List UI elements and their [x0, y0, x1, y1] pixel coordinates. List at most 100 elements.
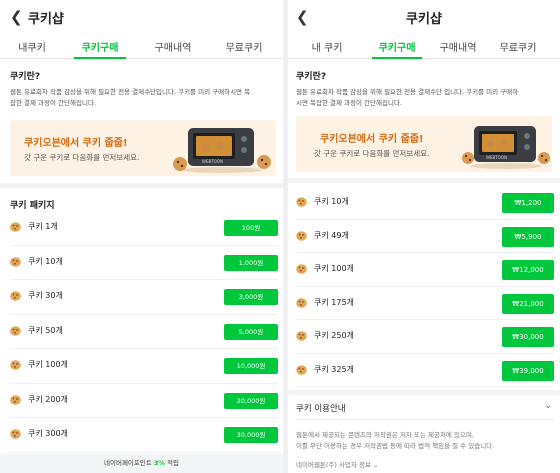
price-button[interactable]: ₩12,000	[502, 260, 554, 280]
price-button[interactable]: 100원	[224, 220, 278, 236]
package-row: 쿠키 1개 100원	[10, 211, 278, 246]
cookie-icon	[10, 360, 21, 370]
header: ❮ 쿠키샵	[288, 0, 560, 33]
info-description-line-2: 시면 복잡한 결제 과정이 간단해집니다.	[296, 99, 403, 107]
package-label: 쿠키 200개	[28, 394, 68, 404]
price-button[interactable]: ₩39,000	[502, 360, 554, 381]
tab-free-cookie[interactable]: 무료쿠키	[216, 39, 272, 54]
cookie-icon	[296, 297, 307, 308]
package-label: 쿠키 175개	[314, 297, 354, 307]
company-info-link[interactable]: 네이버웹툰(주) 사업자 정보 ⌄	[296, 459, 379, 469]
price-button[interactable]: 5,000원	[224, 323, 278, 340]
tab-free-cookie[interactable]: 무료쿠키	[490, 39, 546, 54]
tab-purchase-history[interactable]: 구매내역	[146, 39, 200, 54]
copyright-notice: 웹툰에서 제공되는 콘텐츠의 저작권은 저자 또는 제공처에 있으며, 이를 무…	[296, 430, 556, 452]
package-label: 쿠키 250개	[314, 331, 354, 340]
price-button[interactable]: ₩1,200	[502, 193, 554, 213]
package-row: 쿠키 250개 ₩30,000	[296, 320, 554, 354]
tab-bar: 내 쿠키 쿠키구매 구매내역 무료쿠키	[288, 33, 560, 59]
oven-brand-text: WEBTOON	[486, 155, 507, 160]
package-label: 쿠키 49개	[314, 230, 349, 240]
point-percent: 3%	[153, 459, 165, 467]
tab-my-cookie[interactable]: 내 쿠키	[302, 39, 352, 54]
price-button[interactable]: 1,000원	[224, 254, 278, 271]
info-section: 쿠키란? 웹툰 유료회차 작품 감상을 위해 필요한 전용 결제수단입니다. 쿠…	[0, 59, 283, 109]
info-description-line-2: 잡한 결제 과정이 간단해집니다.	[10, 99, 97, 107]
copyright-line-2: 이를 무단 이용하는 경우 저작권법 등에 따라 법적 책임을 질 수 있습니다…	[296, 442, 495, 450]
cookie-icon	[10, 429, 21, 439]
price-button[interactable]: 10,000원	[224, 358, 278, 374]
info-title: 쿠키란?	[296, 72, 327, 82]
chevron-down-icon: ⌄	[544, 401, 552, 411]
package-label: 쿠키 1개	[28, 222, 58, 231]
cookie-icon	[296, 197, 307, 207]
cookie-icon	[10, 394, 21, 405]
package-label: 쿠키 100개	[28, 360, 68, 369]
price-button[interactable]: ₩5,900	[502, 226, 554, 247]
section-separator	[288, 178, 560, 183]
banner-subtitle: 갓 구운 쿠키로 다음화를 먼저보세요.	[24, 153, 140, 162]
package-row: 쿠키 200개 20,000원	[10, 384, 278, 418]
point-note-suffix: 적립	[164, 459, 179, 467]
section-separator	[288, 390, 560, 395]
price-button[interactable]: ₩30,000	[502, 327, 554, 347]
info-description-line-1: 웹툰 유료회차 작품 감상을 위해 필요한 전용 결제수단입니다. 쿠키를 미리…	[10, 88, 251, 96]
package-row: 쿠키 49개 ₩5,900	[296, 220, 554, 253]
cookie-icon	[296, 364, 307, 375]
tab-cookie-purchase[interactable]: 쿠키구매	[372, 39, 422, 54]
page-title: 쿠키샵	[406, 12, 442, 27]
cookie-oven-banner[interactable]: 쿠키오븐에서 쿠키 줍줍! 갓 구운 쿠키로 다음화를 먼저보세요. WEBTO…	[296, 116, 552, 172]
package-row: 쿠키 175개 ₩21,000	[296, 287, 554, 320]
left-screen: ❮ 쿠키샵 내쿠키 쿠키구매 구매내역 무료쿠키 쿠키란? 웹툰 유료회차 작품…	[0, 0, 283, 473]
right-screen: ❮ 쿠키샵 내 쿠키 쿠키구매 구매내역 무료쿠키 쿠키란? 웹툰 유료회차 작…	[288, 0, 560, 473]
cookie-icon	[296, 331, 307, 341]
naverpay-point-note: 네이버페이포인트 3% 적립	[0, 454, 283, 473]
price-button[interactable]: 20,000원	[224, 392, 278, 409]
cookie-guide-label: 쿠키 이용안내	[296, 404, 346, 414]
price-button[interactable]: 30,000원	[224, 427, 278, 443]
copyright-line-1: 웹툰에서 제공되는 콘텐츠의 저작권은 저자 또는 제공처에 있으며,	[296, 431, 474, 439]
cookie-icon	[10, 291, 21, 301]
page-title: 쿠키샵	[28, 12, 64, 27]
cookie-icon	[10, 325, 21, 336]
back-arrow-icon[interactable]: ❮	[10, 9, 24, 25]
cookie-oven-illustration: WEBTOON	[173, 128, 271, 173]
package-label: 쿠키 50개	[28, 325, 63, 335]
package-label: 쿠키 100개	[314, 264, 354, 273]
package-label: 쿠키 10개	[28, 256, 63, 266]
cookie-guide-toggle[interactable]: 쿠키 이용안내 ⌄	[296, 396, 554, 420]
cookie-oven-banner[interactable]: 쿠키오븐에서 쿠키 줍줍! 갓 구운 쿠키로 다음화를 먼저보세요. WEBTO…	[10, 120, 276, 176]
section-separator	[0, 183, 283, 188]
cookie-icon	[296, 264, 307, 274]
banner-title: 쿠키오븐에서 쿠키 줍줍!	[24, 138, 128, 149]
cookie-icon	[10, 222, 21, 232]
price-button[interactable]: ₩21,000	[502, 293, 554, 314]
oven-brand-text: WEBTOON	[202, 159, 223, 164]
cookie-icon	[10, 256, 21, 267]
package-label: 쿠키 325개	[314, 364, 354, 374]
tab-bar: 내쿠키 쿠키구매 구매내역 무료쿠키	[0, 33, 283, 59]
package-row: 쿠키 300개 30,000원	[10, 418, 278, 453]
package-row: 쿠키 30개 3,000원	[10, 280, 278, 315]
cookie-icon	[296, 230, 307, 241]
header: ❮ 쿠키샵	[0, 0, 283, 33]
cookie-oven-illustration: WEBTOON	[462, 126, 550, 169]
package-section-title: 쿠키 패키지	[10, 201, 55, 211]
tab-purchase-history[interactable]: 구매내역	[432, 39, 484, 54]
package-row: 쿠키 10개 1,000원	[10, 246, 278, 280]
tab-cookie-purchase[interactable]: 쿠키구매	[74, 39, 126, 54]
package-row: 쿠키 100개 ₩12,000	[296, 253, 554, 287]
banner-title: 쿠키오븐에서 쿠키 줍줍!	[320, 134, 424, 145]
tab-my-cookie[interactable]: 내쿠키	[8, 39, 56, 54]
package-label: 쿠키 300개	[28, 429, 68, 438]
point-note-prefix: 네이버페이포인트	[104, 459, 154, 467]
info-title: 쿠키란?	[10, 72, 41, 82]
banner-subtitle: 갓 구운 쿠키로 다음화를 먼저보세요.	[314, 149, 430, 158]
package-row: 쿠키 100개 10,000원	[10, 349, 278, 384]
package-label: 쿠키 30개	[28, 291, 63, 300]
info-description-line-1: 웹툰 유료회차 작품 감상을 위해 필요한 전용 결제수단 입니다. 쿠키를 미…	[296, 88, 519, 96]
package-row: 쿠키 50개 5,000원	[10, 315, 278, 349]
info-section: 쿠키란? 웹툰 유료회차 작품 감상을 위해 필요한 전용 결제수단 입니다. …	[288, 59, 560, 109]
price-button[interactable]: 3,000원	[224, 289, 278, 305]
package-row: 쿠키 325개 ₩39,000	[296, 354, 554, 387]
